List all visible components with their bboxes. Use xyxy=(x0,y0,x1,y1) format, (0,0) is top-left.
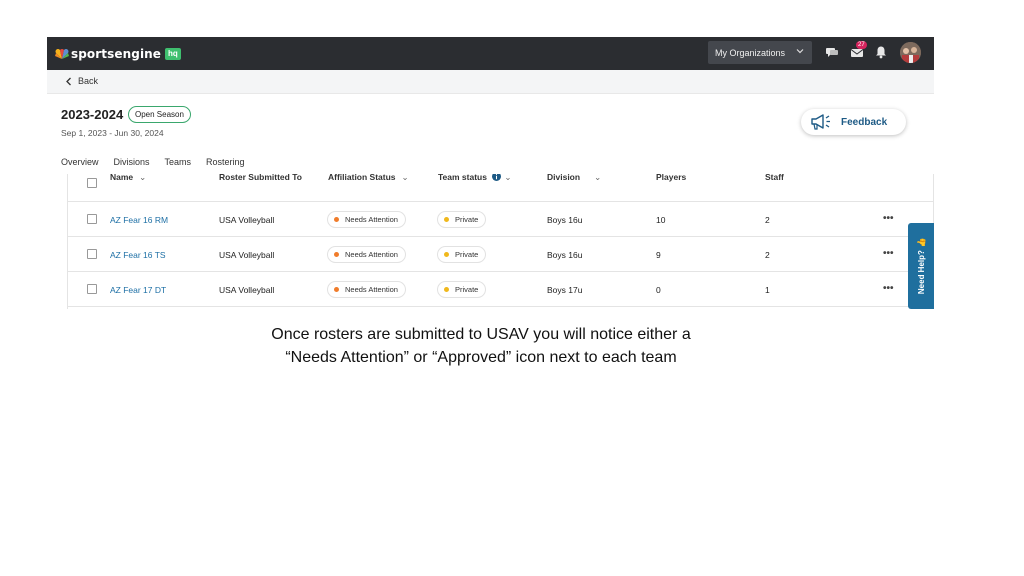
affiliation-status-label: Needs Attention xyxy=(345,285,398,294)
row-checkbox[interactable] xyxy=(87,284,97,294)
affiliation-status-label: Needs Attention xyxy=(345,250,398,259)
division: Boys 17u xyxy=(547,285,583,295)
sort-icon: ⌄ xyxy=(401,174,409,182)
team-name-link[interactable]: AZ Fear 16 TS xyxy=(110,250,166,260)
need-help-label: Need Help? 👍 xyxy=(916,237,926,295)
season-status-badge: Open Season xyxy=(128,106,191,123)
back-label: Back xyxy=(78,76,99,86)
more-actions-icon[interactable]: ••• xyxy=(883,283,894,294)
column-header-players: Players xyxy=(656,174,687,182)
more-actions-icon[interactable]: ••• xyxy=(883,248,894,259)
column-header-name[interactable]: Name ⌄ xyxy=(110,174,146,183)
players-count: 10 xyxy=(656,215,666,225)
feedback-label: Feedback xyxy=(841,116,888,128)
sort-icon: ⌄ xyxy=(139,174,147,182)
column-header-team-status[interactable]: Team status ⌄ xyxy=(438,174,511,183)
row-checkbox[interactable] xyxy=(87,249,97,259)
column-affiliation-label: Affiliation Status xyxy=(328,174,396,182)
division: Boys 16u xyxy=(547,215,583,225)
peacock-icon xyxy=(55,49,69,59)
user-photo-icon xyxy=(900,42,921,63)
more-actions-icon[interactable]: ••• xyxy=(883,213,894,224)
caption-line-1: Once rosters are submitted to USAV you w… xyxy=(271,326,691,343)
back-bar: Back xyxy=(47,70,934,94)
season-dates: Sep 1, 2023 - Jun 30, 2024 xyxy=(61,128,164,138)
staff-count: 2 xyxy=(765,250,770,260)
staff-count: 1 xyxy=(765,285,770,295)
affiliation-status-badge: Needs Attention xyxy=(327,281,406,298)
status-dot xyxy=(444,252,449,257)
top-navigation-bar: sportsengine hq My Organizations 27 xyxy=(47,37,934,70)
brand-badge: hq xyxy=(165,48,181,60)
season-tabs: Overview Divisions Teams Rostering xyxy=(61,157,260,176)
tab-overview[interactable]: Overview xyxy=(61,157,99,173)
my-organizations-button[interactable]: My Organizations xyxy=(708,41,812,64)
table-row[interactable]: AZ Fear 16 TS USA Volleyball Needs Atten… xyxy=(68,237,933,272)
roster-submitted-to: USA Volleyball xyxy=(219,285,275,295)
slide-caption: Once rosters are submitted to USAV you w… xyxy=(0,323,962,369)
feedback-button[interactable]: Feedback xyxy=(801,109,906,135)
row-checkbox[interactable] xyxy=(87,214,97,224)
team-status-label: Private xyxy=(455,250,479,259)
caption-line-2: “Needs Attention” or “Approved” icon nex… xyxy=(285,349,677,366)
chevron-left-icon xyxy=(66,77,71,85)
team-status-badge: Private xyxy=(437,281,487,298)
roster-submitted-to: USA Volleyball xyxy=(219,215,275,225)
status-dot xyxy=(444,217,449,222)
sort-icon: ⌄ xyxy=(504,174,512,182)
tab-rostering[interactable]: Rostering xyxy=(206,157,245,173)
players-count: 9 xyxy=(656,250,661,260)
tab-teams[interactable]: Teams xyxy=(164,157,191,176)
division: Boys 16u xyxy=(547,250,583,260)
tab-divisions[interactable]: Divisions xyxy=(114,157,150,173)
sort-icon: ⌄ xyxy=(594,174,602,182)
need-help-tab[interactable]: Need Help? 👍 xyxy=(908,223,934,309)
info-icon[interactable] xyxy=(492,174,502,181)
status-dot xyxy=(334,217,339,222)
status-dot xyxy=(334,287,339,292)
column-header-roster-submitted-to: Roster Submitted To xyxy=(219,174,302,182)
team-status-label: Private xyxy=(455,285,479,294)
column-header-affiliation-status[interactable]: Affiliation Status ⌄ xyxy=(328,174,409,183)
bell-icon[interactable] xyxy=(874,45,888,59)
brand-name: sportsengine xyxy=(71,47,162,61)
status-dot xyxy=(334,252,339,257)
table-header: Name ⌄ Roster Submitted To Affiliation St… xyxy=(68,174,933,202)
column-header-division[interactable]: Division ⌄ xyxy=(547,174,601,183)
team-status-badge: Private xyxy=(437,211,487,228)
table-row[interactable]: AZ Fear 17 DT USA Volleyball Needs Atten… xyxy=(68,272,933,307)
column-header-staff: Staff xyxy=(765,174,784,182)
team-name-link[interactable]: AZ Fear 16 RM xyxy=(110,215,168,225)
season-title: 2023-2024 xyxy=(61,107,124,122)
team-status-label: Private xyxy=(455,215,479,224)
staff-count: 2 xyxy=(765,215,770,225)
affiliation-status-badge: Needs Attention xyxy=(327,211,406,228)
chat-icon[interactable] xyxy=(825,45,839,59)
column-name-label: Name xyxy=(110,174,134,182)
affiliation-status-label: Needs Attention xyxy=(345,215,398,224)
table-row[interactable]: AZ Fear 16 RM USA Volleyball Needs Atten… xyxy=(68,202,933,237)
sportsengine-logo[interactable]: sportsengine hq xyxy=(55,46,181,62)
select-all-checkbox[interactable] xyxy=(87,178,97,188)
megaphone-icon xyxy=(811,114,830,130)
roster-submitted-to: USA Volleyball xyxy=(219,250,275,260)
column-division-label: Division xyxy=(547,174,581,182)
players-count: 0 xyxy=(656,285,661,295)
team-status-badge: Private xyxy=(437,246,487,263)
back-button[interactable]: Back xyxy=(65,76,98,86)
my-organizations-label: My Organizations xyxy=(715,47,786,58)
column-team-status-label: Team status xyxy=(438,174,487,182)
avatar[interactable] xyxy=(900,42,921,63)
team-name-link[interactable]: AZ Fear 17 DT xyxy=(110,285,166,295)
mail-count-badge: 27 xyxy=(856,41,867,49)
chevron-down-icon xyxy=(796,49,804,54)
status-dot xyxy=(444,287,449,292)
app-screenshot: sportsengine hq My Organizations 27 Back… xyxy=(47,37,934,309)
teams-table: Name ⌄ Roster Submitted To Affiliation St… xyxy=(67,174,934,309)
affiliation-status-badge: Needs Attention xyxy=(327,246,406,263)
